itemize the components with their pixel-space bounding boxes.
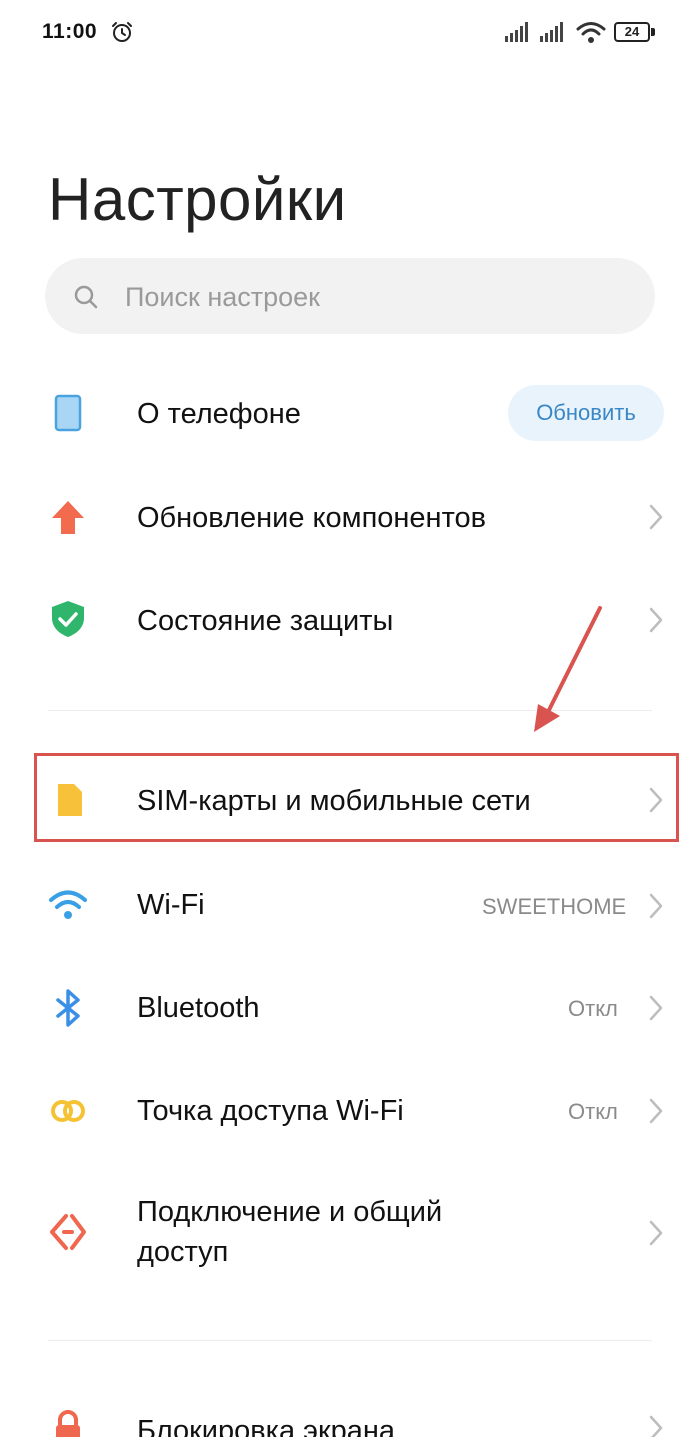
settings-item-wifi[interactable]: Wi-Fi SWEETHOME [0,860,700,952]
update-arrow-icon [52,501,84,534]
search-input[interactable]: Поиск настроек [45,258,655,334]
item-label: Блокировка экрана [137,1415,396,1437]
share-icon [50,1214,86,1250]
chevron-right-icon [649,607,663,633]
search-placeholder: Поиск настроек [125,282,320,312]
item-label-line2: доступ [137,1236,229,1268]
wifi-status-icon [576,22,606,43]
chevron-right-icon [649,893,663,919]
item-label: Обновление компонентов [137,502,487,534]
signal-icon-2 [540,22,563,42]
search-icon [74,285,98,309]
annotation-arrow [534,606,602,732]
bluetooth-state-value: Откл [568,996,618,1021]
settings-item-hotspot[interactable]: Точка доступа Wi-Fi Откл [0,1065,700,1157]
chevron-right-icon [649,995,663,1021]
update-button[interactable]: Обновить [508,385,664,441]
hotspot-state-value: Откл [568,1099,618,1124]
lock-icon [56,1410,80,1437]
status-time: 11:00 [42,20,98,43]
settings-item-connection-sharing[interactable]: Подключение и общий доступ [0,1180,700,1290]
chevron-right-icon [649,1220,663,1246]
item-label: Точка доступа Wi-Fi [137,1095,404,1127]
item-label: Bluetooth [137,992,260,1024]
battery-tip [651,28,655,36]
signal-icon [505,22,528,42]
item-label: О телефоне [137,398,301,430]
settings-item-lock-screen[interactable]: Блокировка экрана [0,1395,700,1437]
phone-icon [54,394,82,432]
chevron-right-icon [649,1098,663,1124]
wifi-network-value: SWEETHOME [482,894,627,919]
item-label-line1: Подключение и общий [137,1196,443,1228]
page-title: Настройки [48,166,347,233]
item-label: Состояние защиты [137,605,394,637]
battery-icon: 24 [614,22,650,42]
hotspot-icon [51,1100,85,1122]
settings-item-bluetooth[interactable]: Bluetooth Откл [0,962,700,1054]
status-bar: 11:00 24 [0,0,700,66]
alarm-icon [112,22,132,42]
item-label: Wi-Fi [137,889,205,921]
bluetooth-icon [56,989,80,1027]
annotation-highlight-box [34,753,679,842]
section-divider [48,1340,652,1341]
chevron-right-icon [649,504,663,530]
settings-item-component-update[interactable]: Обновление компонентов [0,472,700,564]
wifi-icon [49,890,87,919]
chevron-right-icon [649,1415,663,1437]
shield-icon [52,601,84,637]
